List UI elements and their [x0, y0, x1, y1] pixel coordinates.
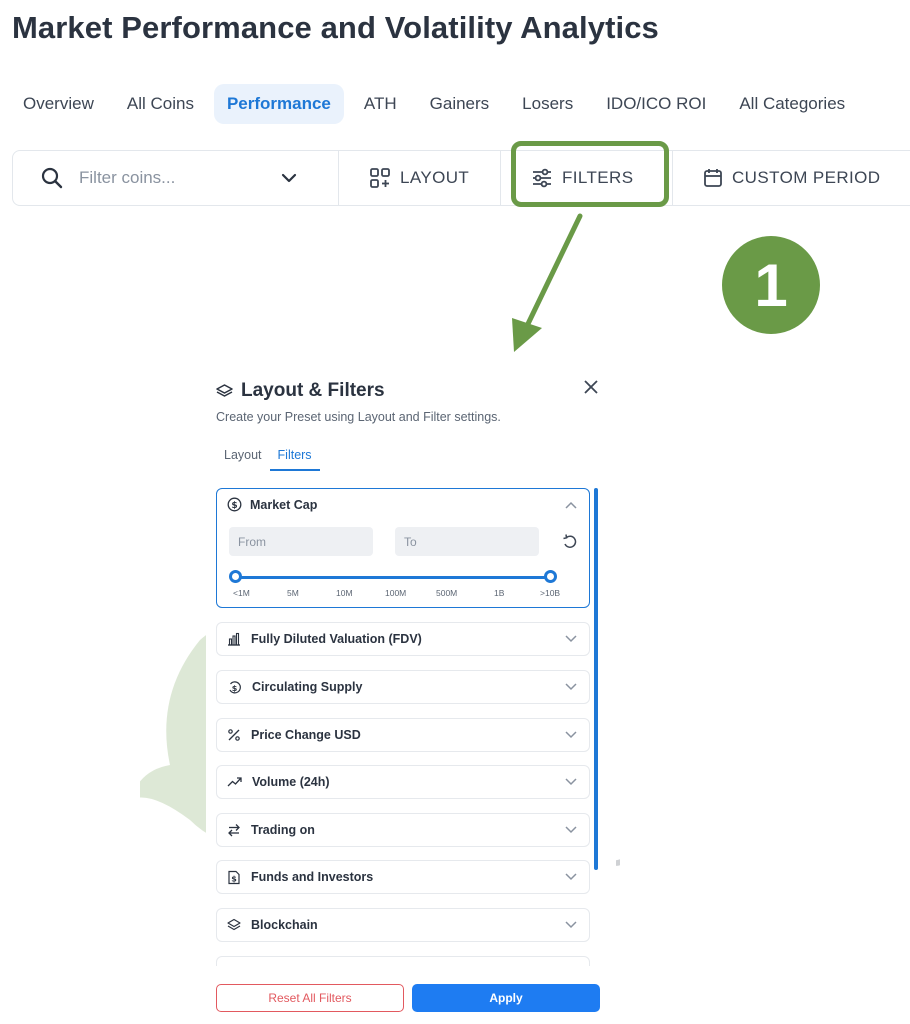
- tick-label: 10M: [336, 588, 353, 598]
- market-cap-label: Market Cap: [250, 497, 318, 512]
- tab-all-coins[interactable]: All Coins: [114, 84, 207, 124]
- apply-button[interactable]: Apply: [412, 984, 600, 1012]
- filter-funds-and-investors[interactable]: $ Funds and Investors: [216, 860, 590, 894]
- layout-button[interactable]: LAYOUT: [339, 151, 501, 205]
- filter-label: Blockchain: [251, 918, 318, 932]
- market-cap-header[interactable]: $ Market Cap: [227, 497, 317, 512]
- filter-trading-on[interactable]: Trading on: [216, 813, 590, 847]
- chevron-down-icon: [565, 635, 577, 643]
- chevron-down-icon: [565, 921, 577, 929]
- chevron-down-icon: [565, 683, 577, 691]
- tab-losers[interactable]: Losers: [509, 84, 586, 124]
- panel-tab-layout[interactable]: Layout: [216, 446, 270, 471]
- svg-text:$: $: [231, 501, 237, 511]
- filters-scrollbar[interactable]: [594, 488, 598, 870]
- panel-footer: Reset All Filters Apply: [216, 984, 600, 1012]
- market-cap-to-input[interactable]: [395, 527, 539, 556]
- main-tabs: Overview All Coins Performance ATH Gaine…: [10, 82, 865, 126]
- trend-up-icon: [227, 777, 242, 787]
- dollar-doc-icon: $: [228, 870, 240, 884]
- filter-price-change-usd[interactable]: Price Change USD: [216, 718, 590, 752]
- chevron-up-icon[interactable]: [565, 501, 577, 509]
- layers-icon: [227, 918, 241, 931]
- toolbar: LAYOUT FILTERS CUSTOM PERIOD: [12, 150, 910, 206]
- filter-volume-24h[interactable]: Volume (24h): [216, 765, 590, 799]
- tick-label: <1M: [233, 588, 250, 598]
- panel-header: Layout & Filters: [216, 380, 385, 402]
- filter-coins-input[interactable]: [79, 168, 259, 188]
- custom-period-label: CUSTOM PERIOD: [732, 168, 881, 187]
- tick-label: >10B: [540, 588, 561, 598]
- filter-blockchain[interactable]: Blockchain: [216, 908, 590, 942]
- tab-overview[interactable]: Overview: [10, 84, 107, 124]
- step-number-badge: 1: [722, 236, 820, 334]
- market-cap-filter: $ Market Cap <1M 5M 10M 100M 500M 1B >10…: [216, 488, 590, 608]
- layers-icon: [216, 383, 233, 397]
- chart-bar-icon: [228, 632, 240, 646]
- close-icon[interactable]: [584, 380, 598, 394]
- market-cap-slider-track[interactable]: [235, 576, 551, 579]
- slider-min-handle[interactable]: [229, 570, 242, 583]
- filters-highlight-box: [511, 141, 669, 207]
- tab-ido-ico-roi[interactable]: IDO/ICO ROI: [593, 84, 719, 124]
- panel-tabs: Layout Filters: [216, 446, 320, 471]
- filter-label: Volume (24h): [252, 775, 330, 789]
- panel-tab-filters[interactable]: Filters: [269, 446, 320, 471]
- filter-label: Price Change USD: [251, 728, 361, 742]
- tab-all-categories[interactable]: All Categories: [726, 84, 858, 124]
- reset-all-filters-button[interactable]: Reset All Filters: [216, 984, 404, 1012]
- reset-icon[interactable]: [561, 533, 579, 551]
- page-title: Market Performance and Volatility Analyt…: [12, 10, 659, 45]
- percent-icon: [228, 729, 240, 741]
- panel-subtitle: Create your Preset using Layout and Filt…: [216, 410, 501, 424]
- layout-grid-icon: [370, 168, 390, 188]
- layout-label: LAYOUT: [400, 168, 470, 187]
- search-icon: [41, 167, 63, 189]
- custom-period-button[interactable]: CUSTOM PERIOD: [673, 151, 910, 205]
- slider-max-handle[interactable]: [544, 570, 557, 583]
- dollar-circle-icon: $: [227, 497, 242, 512]
- filter-item-partial[interactable]: [216, 956, 590, 966]
- market-cap-from-input[interactable]: [229, 527, 373, 556]
- chevron-down-icon: [565, 778, 577, 786]
- calendar-icon: [704, 169, 722, 187]
- filter-circulating-supply[interactable]: $ Circulating Supply: [216, 670, 590, 704]
- svg-text:$: $: [231, 874, 237, 883]
- chevron-down-icon: [565, 731, 577, 739]
- chevron-down-icon[interactable]: [281, 173, 297, 183]
- chevron-down-icon: [565, 873, 577, 881]
- tick-label: 1B: [494, 588, 505, 598]
- layout-filters-panel: Layout & Filters Create your Preset usin…: [206, 372, 616, 1022]
- tick-label: 100M: [385, 588, 407, 598]
- svg-text:$: $: [232, 684, 238, 693]
- tab-gainers[interactable]: Gainers: [417, 84, 503, 124]
- filter-label: Funds and Investors: [251, 870, 374, 884]
- chevron-down-icon: [565, 826, 577, 834]
- annotation-arrow: [512, 213, 583, 352]
- filter-label: Trading on: [251, 823, 315, 837]
- tab-performance[interactable]: Performance: [213, 84, 344, 124]
- tick-label: 5M: [287, 588, 299, 598]
- filter-label: Circulating Supply: [252, 680, 363, 694]
- dollar-cycle-icon: $: [229, 680, 241, 693]
- tick-label: 500M: [436, 588, 458, 598]
- coin-filter[interactable]: [13, 151, 339, 205]
- filters-list: $ Market Cap <1M 5M 10M 100M 500M 1B >10…: [216, 486, 596, 966]
- tab-ath[interactable]: ATH: [351, 84, 410, 124]
- swap-icon: [228, 824, 240, 837]
- filter-label: Fully Diluted Valuation (FDV): [251, 632, 422, 646]
- panel-title: Layout & Filters: [241, 380, 385, 401]
- filter-fdv[interactable]: Fully Diluted Valuation (FDV): [216, 622, 590, 656]
